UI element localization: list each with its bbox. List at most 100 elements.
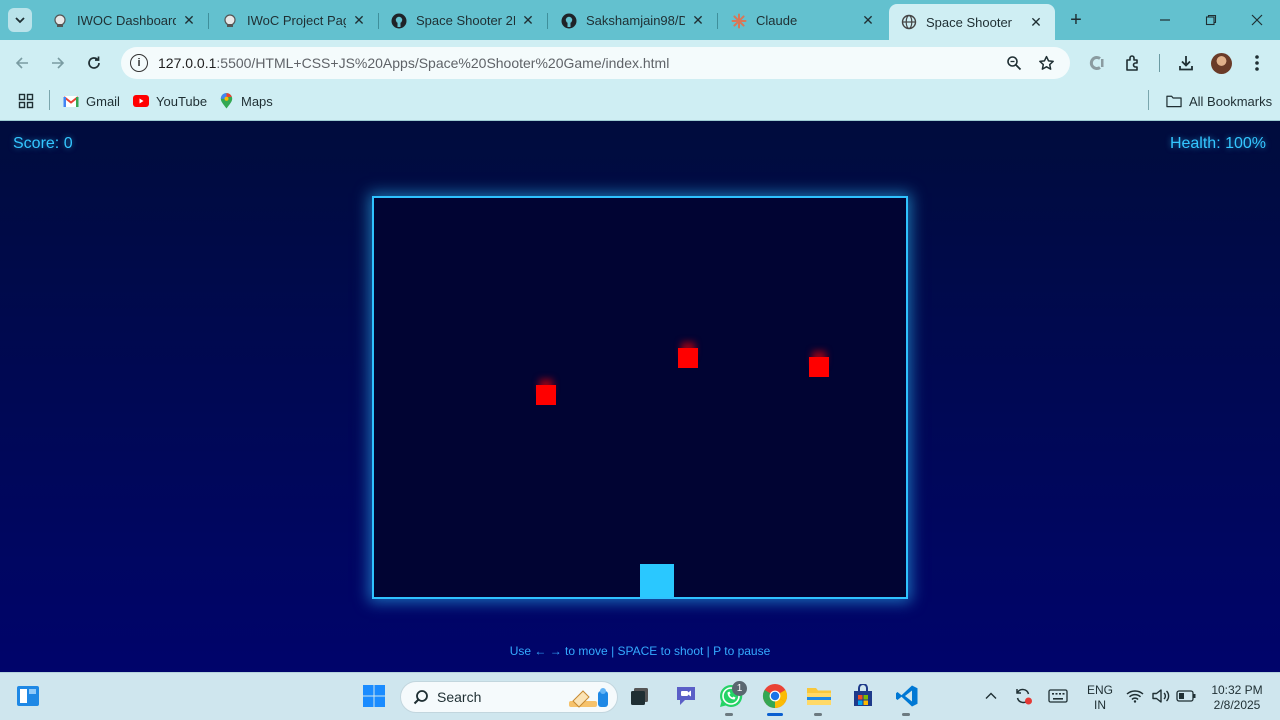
player-ship <box>640 564 674 597</box>
apps-button[interactable] <box>18 92 41 110</box>
gmail-icon <box>63 93 79 109</box>
zoom-icon[interactable] <box>1005 54 1023 72</box>
enemy-ship <box>809 357 829 377</box>
web-icon <box>52 13 68 29</box>
arrow-left-icon <box>15 57 28 69</box>
tab-title: Claude <box>756 13 798 28</box>
clock-time: 10:32 PM <box>1211 683 1263 697</box>
sync-status-icon[interactable] <box>1009 682 1037 710</box>
all-bookmarks-button[interactable]: All Bookmarks <box>1166 92 1272 110</box>
minimize-icon <box>1160 19 1170 21</box>
game-page: Score: 0 Health: 100% Use ← → to move | … <box>0 121 1280 672</box>
youtube-icon <box>133 93 149 109</box>
touch-keyboard-icon[interactable] <box>1044 682 1072 710</box>
tab-title: IWoC Project Page <box>247 13 346 28</box>
reload-icon <box>88 56 100 69</box>
tab-search-button[interactable] <box>8 8 32 32</box>
tab-title: IWOC Dashboard • <box>77 13 176 28</box>
task-view-icon[interactable] <box>626 682 654 710</box>
volume-icon[interactable] <box>1150 682 1172 710</box>
clock-date: 2/8/2025 <box>1213 698 1261 712</box>
close-tab-icon[interactable]: ✕ <box>519 12 537 30</box>
battery-icon[interactable] <box>1175 682 1197 710</box>
url-host: 127.0.0.1 <box>158 55 217 71</box>
close-tab-icon[interactable]: ✕ <box>350 12 368 30</box>
new-tab-button[interactable]: + <box>1064 8 1088 32</box>
widgets-icon[interactable] <box>14 682 42 710</box>
globe-icon <box>901 14 917 30</box>
game-canvas[interactable] <box>372 196 908 599</box>
tab-iwoc-dashboard[interactable]: IWOC Dashboard • ✕ <box>40 5 209 36</box>
extension-c-icon[interactable] <box>1085 51 1109 75</box>
close-tab-icon[interactable]: ✕ <box>180 12 198 30</box>
teams-meet-icon[interactable] <box>672 682 700 710</box>
file-explorer-icon[interactable] <box>805 682 833 710</box>
bookmark-label: Gmail <box>86 93 120 109</box>
chrome-icon[interactable] <box>761 682 789 710</box>
running-indicator <box>725 713 733 716</box>
extensions-puzzle-icon[interactable] <box>1121 51 1145 75</box>
notification-badge: 1 <box>732 681 747 696</box>
tab-sakshamjain98[interactable]: Sakshamjain98/De ✕ <box>549 5 718 36</box>
vscode-icon[interactable] <box>893 682 921 710</box>
bookmark-gmail[interactable]: Gmail <box>63 92 120 110</box>
enemy-ship <box>678 348 698 368</box>
toolbar-divider <box>1159 54 1160 72</box>
search-label: Search <box>437 689 482 705</box>
tab-iwoc-project-page[interactable]: IWoC Project Page ✕ <box>210 5 379 36</box>
claude-icon <box>731 13 747 29</box>
running-indicator <box>902 713 910 716</box>
apps-grid-icon <box>18 93 34 109</box>
restore-icon <box>1205 14 1217 26</box>
web-icon <box>222 13 238 29</box>
maps-icon <box>218 93 234 109</box>
wifi-icon[interactable] <box>1125 682 1145 710</box>
arrow-right-icon <box>52 57 65 69</box>
active-indicator <box>767 713 783 716</box>
download-icon[interactable] <box>1174 51 1198 75</box>
back-button[interactable] <box>10 51 34 75</box>
bookmark-maps[interactable]: Maps <box>218 92 273 110</box>
url-path: :5500/HTML+CSS+JS%20Apps/Space%20Shooter… <box>216 55 670 71</box>
language-indicator[interactable]: ENG IN <box>1082 683 1118 713</box>
chevron-down-icon <box>15 17 25 24</box>
enemy-ship <box>536 385 556 405</box>
tab-claude[interactable]: Claude ✕ <box>719 5 887 36</box>
clock[interactable]: 10:32 PM 2/8/2025 <box>1204 683 1270 713</box>
controls-instructions: Use ← → to move | SPACE to shoot | P to … <box>509 644 771 658</box>
show-hidden-icons-chevron-up-icon[interactable] <box>977 682 1005 710</box>
bookmark-star-icon[interactable] <box>1037 54 1055 72</box>
taskbar-search[interactable]: Search <box>400 681 618 713</box>
start-windows-icon[interactable] <box>360 682 388 710</box>
close-tab-icon[interactable]: ✕ <box>1027 13 1045 31</box>
running-indicator <box>814 713 822 716</box>
bookmark-label: YouTube <box>156 93 208 109</box>
microsoft-store-icon[interactable] <box>849 682 877 710</box>
url-text[interactable]: 127.0.0.1:5500/HTML+CSS+JS%20Apps/Space%… <box>158 55 669 71</box>
search-highlight-icon <box>565 685 611 711</box>
health-display: Health: 100% <box>1169 135 1266 152</box>
bookmark-youtube[interactable]: YouTube <box>133 92 207 110</box>
forward-button[interactable] <box>46 51 70 75</box>
profile-avatar[interactable] <box>1211 53 1232 74</box>
language-region: IN <box>1094 698 1106 712</box>
restore-button[interactable] <box>1188 0 1234 40</box>
address-bar[interactable]: i 127.0.0.1:5500/HTML+CSS+JS%20Apps/Spac… <box>121 47 1070 79</box>
score-display: Score: 0 <box>13 135 73 152</box>
close-tab-icon[interactable]: ✕ <box>689 12 707 30</box>
minimize-button[interactable] <box>1142 0 1188 40</box>
bookmark-label: Maps <box>241 93 273 109</box>
close-window-button[interactable] <box>1234 0 1280 40</box>
close-tab-icon[interactable]: ✕ <box>859 12 877 30</box>
github-icon <box>391 13 407 29</box>
tab-space-shooter[interactable]: Space Shooter ✕ <box>889 4 1055 40</box>
reload-button[interactable] <box>82 51 106 75</box>
language-code: ENG <box>1086 683 1113 697</box>
all-bookmarks-label: All Bookmarks <box>1189 93 1273 109</box>
tab-space-shooter-2d[interactable]: Space Shooter 2D ✕ <box>379 5 548 36</box>
bookmarks-divider <box>1148 90 1149 110</box>
bookmarks-divider <box>49 90 50 110</box>
more-menu-icon[interactable] <box>1245 51 1269 75</box>
site-info-icon[interactable]: i <box>130 54 148 72</box>
github-icon <box>561 13 577 29</box>
